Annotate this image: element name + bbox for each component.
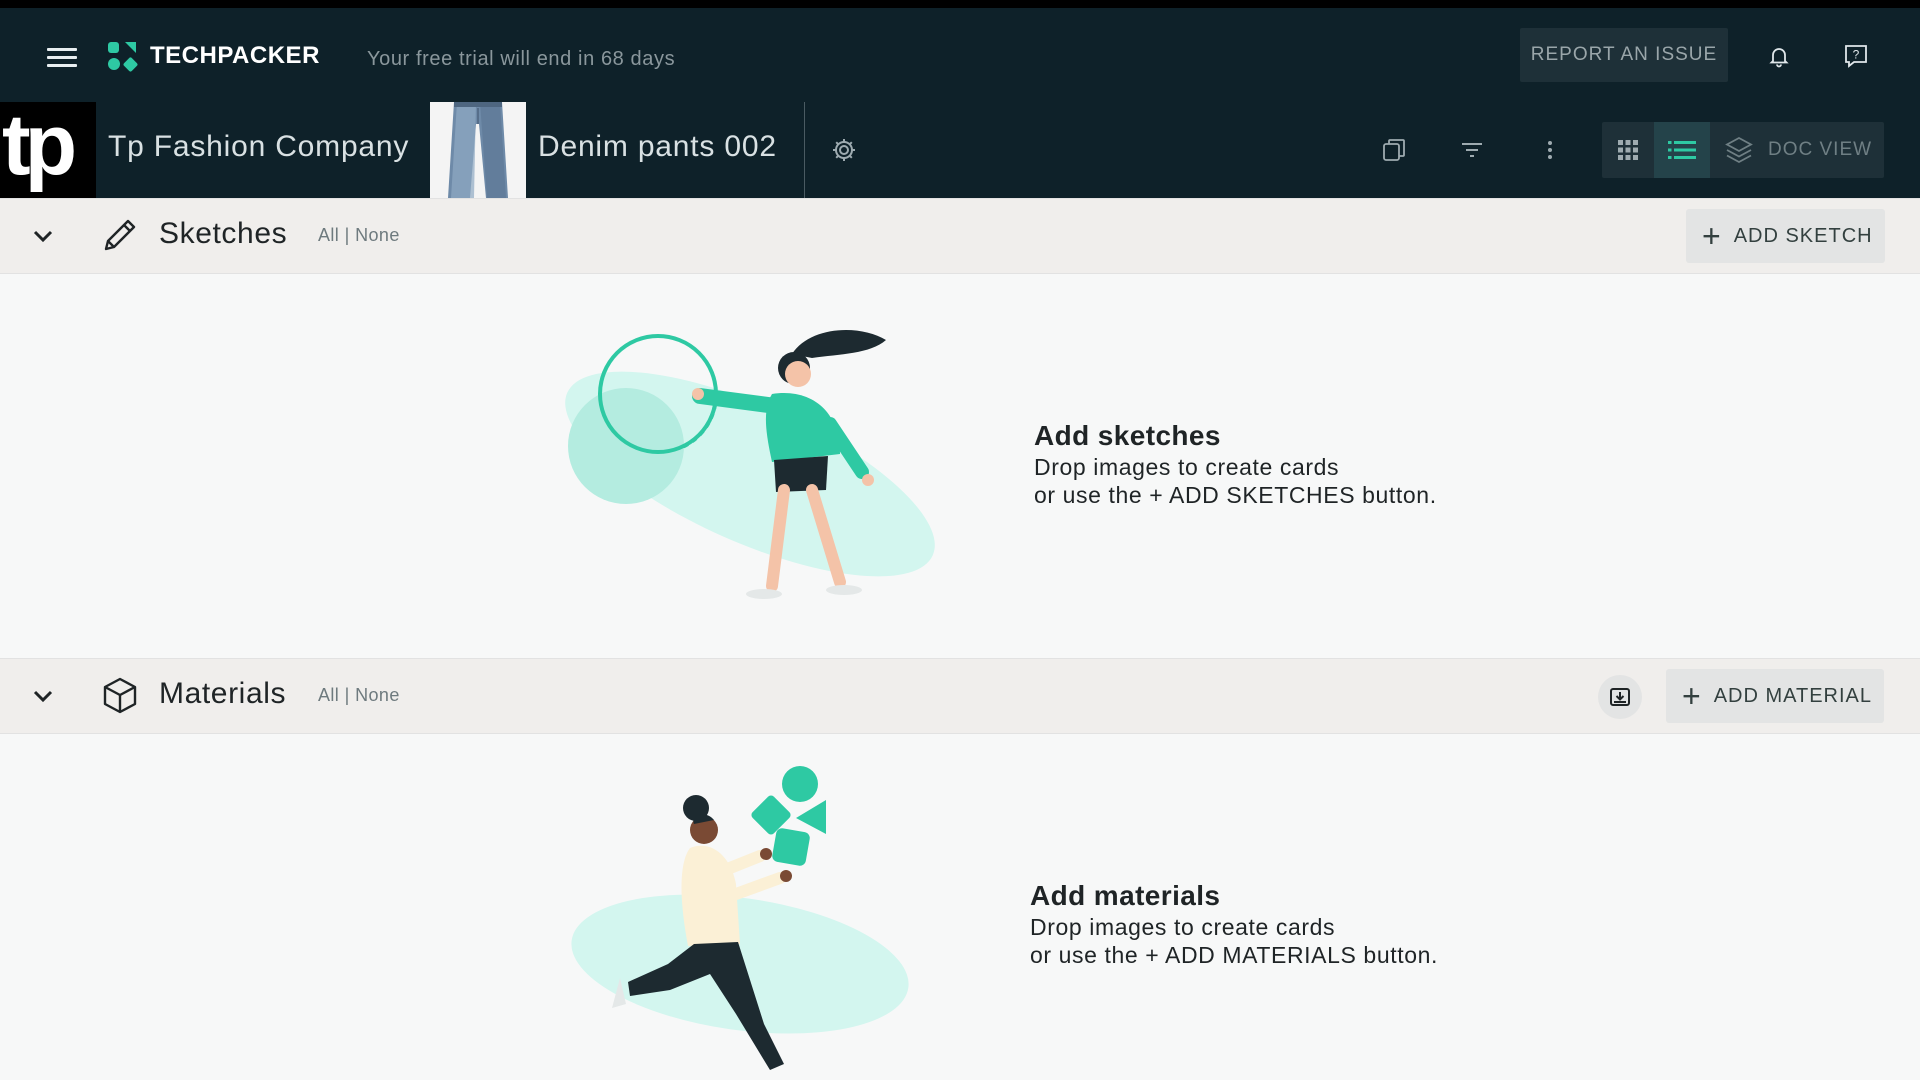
materials-illustration <box>571 766 909 1070</box>
help-chat-icon[interactable]: ? <box>1838 38 1874 74</box>
empty-state-line: Drop images to create cards <box>1034 454 1340 480</box>
app-window: TECHPACKER Your free trial will end in 6… <box>0 0 1920 1080</box>
empty-state-line: Drop images to create cards <box>1030 914 1336 940</box>
company-name[interactable]: Tp Fashion Company <box>108 130 409 164</box>
sketch-illustration <box>565 329 935 599</box>
chevron-down-icon[interactable] <box>26 679 60 713</box>
doc-view-button[interactable]: DOC VIEW <box>1710 122 1884 178</box>
chevron-down-icon[interactable] <box>26 219 60 253</box>
gear-icon[interactable] <box>826 132 862 168</box>
empty-state-line: or use the + ADD SKETCHES button. <box>1034 482 1437 508</box>
product-name[interactable]: Denim pants 002 <box>538 130 777 164</box>
materials-empty-state: Add materials Drop images to create card… <box>0 734 1920 1080</box>
grid-view-icon[interactable] <box>1602 122 1654 178</box>
techpacker-logo[interactable]: TECHPACKER <box>106 36 320 76</box>
techpacker-logo-icon <box>108 42 138 72</box>
divider <box>804 102 805 198</box>
sketches-section-header: Sketches All | None + ADD SKETCH <box>0 198 1920 274</box>
doc-view-label: DOC VIEW <box>1768 139 1873 160</box>
select-none-link[interactable]: None <box>355 225 400 245</box>
add-sketch-label: ADD SKETCH <box>1733 224 1873 247</box>
product-thumbnail[interactable] <box>430 102 526 198</box>
plus-icon: + <box>1682 678 1702 714</box>
bell-icon[interactable] <box>1761 38 1797 74</box>
section-title: Materials <box>159 677 287 710</box>
company-logo[interactable]: tp <box>0 102 96 198</box>
layers-icon <box>1725 136 1753 164</box>
list-view-icon[interactable] <box>1654 122 1710 178</box>
brand-name: TECHPACKER <box>150 42 320 69</box>
select-links: All | None <box>318 225 400 246</box>
add-material-label: ADD MATERIAL <box>1713 684 1873 707</box>
filter-icon[interactable] <box>1454 132 1490 168</box>
top-bar: TECHPACKER Your free trial will end in 6… <box>0 0 1920 102</box>
select-links: All | None <box>318 685 400 706</box>
view-switcher: DOC VIEW <box>1602 122 1884 178</box>
separator: | <box>344 685 350 705</box>
materials-section-header: Materials All | None + ADD MATERIAL <box>0 658 1920 734</box>
section-title: Sketches <box>159 217 288 250</box>
plus-icon: + <box>1702 218 1722 254</box>
import-icon[interactable] <box>1598 675 1642 719</box>
empty-state-line: or use the + ADD MATERIALS button. <box>1030 942 1438 968</box>
separator: | <box>344 225 350 245</box>
add-material-button[interactable]: + ADD MATERIAL <box>1666 669 1885 723</box>
svg-text:?: ? <box>1853 48 1860 62</box>
copy-icon[interactable] <box>1376 132 1412 168</box>
trial-notice: Your free trial will end in 68 days <box>367 48 676 70</box>
hamburger-menu-icon[interactable] <box>44 43 80 79</box>
select-all-link[interactable]: All <box>318 685 339 705</box>
select-all-link[interactable]: All <box>318 225 339 245</box>
empty-state-title: Add sketches <box>1034 420 1221 451</box>
pencil-icon <box>100 215 140 255</box>
document-bar: tp Tp Fashion Company Denim pants 002 DO… <box>0 102 1920 198</box>
more-vertical-icon[interactable] <box>1532 132 1568 168</box>
empty-state-title: Add materials <box>1030 880 1221 911</box>
select-none-link[interactable]: None <box>355 685 400 705</box>
sketches-empty-state: Add sketches Drop images to create cards… <box>0 274 1920 658</box>
report-issue-button[interactable]: REPORT AN ISSUE <box>1520 28 1728 82</box>
box-icon <box>100 675 140 715</box>
add-sketch-button[interactable]: + ADD SKETCH <box>1686 209 1885 263</box>
